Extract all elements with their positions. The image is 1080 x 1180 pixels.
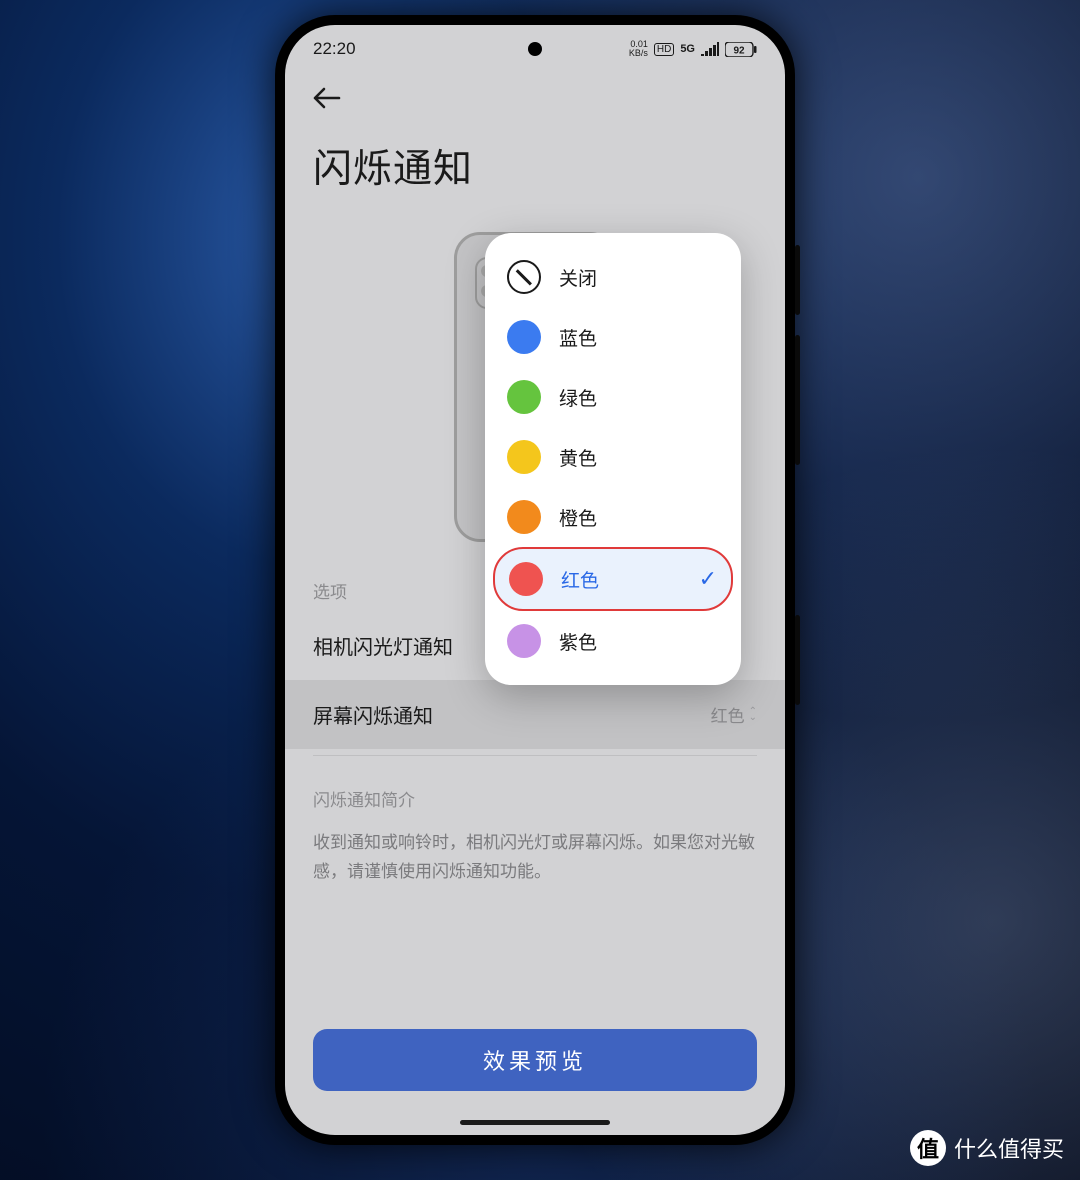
nav-bar xyxy=(285,65,785,124)
side-button xyxy=(795,335,800,465)
side-button xyxy=(795,615,800,705)
color-swatch xyxy=(507,500,541,534)
status-time: 22:20 xyxy=(313,39,356,59)
chevron-updown-icon: ⌃⌄ xyxy=(749,709,757,721)
preview-button-label: 效果预览 xyxy=(483,1044,587,1076)
color-swatch xyxy=(507,320,541,354)
watermark: 值 什么值得买 xyxy=(910,1130,1064,1166)
phone-frame: 22:20 0.01 KB/s HD 5G 92 闪烁通知 选项 相机闪 xyxy=(275,15,795,1145)
color-swatch xyxy=(507,380,541,414)
color-option-off[interactable]: 关闭 xyxy=(485,247,741,307)
status-kbps: 0.01 KB/s xyxy=(629,40,648,58)
color-option-#f28a1c[interactable]: 橙色 xyxy=(485,487,741,547)
color-option-#ef5350[interactable]: 红色 ✓ xyxy=(493,547,733,611)
info-body: 收到通知或响铃时，相机闪光灯或屏幕闪烁。如果您对光敏感，请谨慎使用闪烁通知功能。 xyxy=(285,811,785,887)
color-option-label: 紫色 xyxy=(559,628,597,655)
setting-screen-flash[interactable]: 屏幕闪烁通知 红色 ⌃⌄ xyxy=(285,680,785,749)
status-network: 5G xyxy=(680,43,695,55)
setting-label: 屏幕闪烁通知 xyxy=(313,700,433,729)
battery-icon: 92 xyxy=(725,42,757,57)
color-option-label: 蓝色 xyxy=(559,324,597,351)
home-indicator[interactable] xyxy=(460,1120,610,1125)
watermark-badge: 值 xyxy=(910,1130,946,1166)
back-icon[interactable] xyxy=(313,87,341,109)
color-picker-popup: 关闭蓝色绿色黄色橙色红色 ✓ 紫色 xyxy=(485,233,741,685)
setting-value: 红色 ⌃⌄ xyxy=(711,702,757,727)
color-swatch xyxy=(507,440,541,474)
color-option-#c792e6[interactable]: 紫色 xyxy=(485,611,741,671)
color-option-label: 黄色 xyxy=(559,444,597,471)
svg-text:92: 92 xyxy=(733,45,745,56)
color-swatch xyxy=(507,624,541,658)
check-icon: ✓ xyxy=(699,566,717,592)
status-right: 0.01 KB/s HD 5G 92 xyxy=(629,40,757,58)
color-option-#3b7bf0[interactable]: 蓝色 xyxy=(485,307,741,367)
color-option-label: 关闭 xyxy=(559,264,597,291)
info-title: 闪烁通知简介 xyxy=(285,762,785,811)
watermark-text: 什么值得买 xyxy=(954,1132,1064,1164)
signal-icon xyxy=(701,42,719,56)
side-button xyxy=(795,245,800,315)
color-option-label: 绿色 xyxy=(559,384,597,411)
off-icon xyxy=(507,260,541,294)
color-option-#65c43e[interactable]: 绿色 xyxy=(485,367,741,427)
setting-label: 相机闪光灯通知 xyxy=(313,631,453,660)
divider xyxy=(313,755,757,756)
page-title: 闪烁通知 xyxy=(285,124,785,204)
color-swatch xyxy=(509,562,543,596)
phone-screen: 22:20 0.01 KB/s HD 5G 92 闪烁通知 选项 相机闪 xyxy=(285,25,785,1135)
color-option-label: 橙色 xyxy=(559,504,597,531)
camera-notch xyxy=(528,42,542,56)
color-option-label: 红色 xyxy=(561,566,599,593)
color-option-#f4c61c[interactable]: 黄色 xyxy=(485,427,741,487)
preview-button[interactable]: 效果预览 xyxy=(313,1029,757,1091)
status-hd-badge: HD xyxy=(654,43,674,56)
